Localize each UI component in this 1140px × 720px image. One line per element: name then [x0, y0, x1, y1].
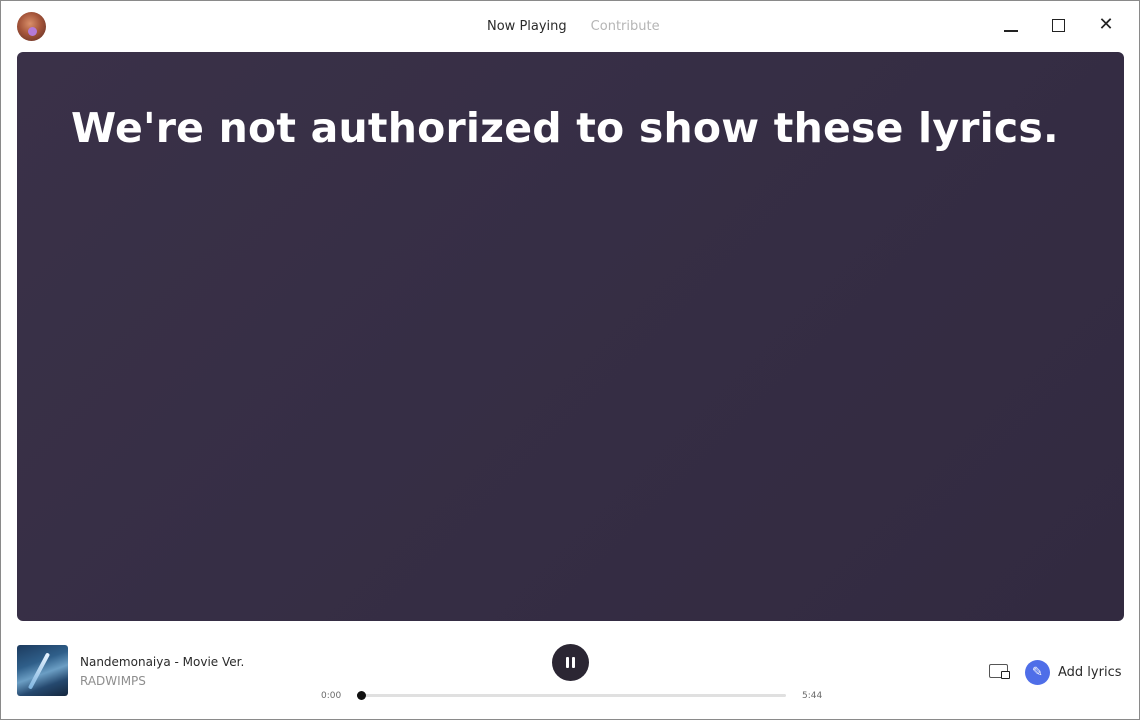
add-lyrics-button[interactable]: ✎ Add lyrics: [1025, 660, 1121, 685]
tab-contribute[interactable]: Contribute: [591, 19, 660, 34]
add-lyrics-label: Add lyrics: [1058, 665, 1122, 680]
maximize-button[interactable]: [1044, 11, 1072, 39]
progress-bar[interactable]: [357, 691, 786, 700]
current-time: 0:00: [321, 691, 342, 701]
track-title: Nandemonaiya - Movie Ver.: [80, 655, 245, 669]
app-window: Now Playing Contribute ✕ We're not autho…: [0, 0, 1140, 720]
miniplayer-button[interactable]: [989, 662, 1011, 680]
title-bar: Now Playing Contribute ✕: [1, 1, 1139, 51]
player-bar: Nandemonaiya - Movie Ver. RADWIMPS 0:00 …: [1, 631, 1139, 719]
total-time: 5:44: [802, 691, 823, 701]
miniplayer-icon-inset: [1001, 671, 1010, 679]
user-avatar[interactable]: [17, 12, 46, 41]
lyrics-panel: We're not authorized to show these lyric…: [17, 52, 1124, 621]
close-icon: ✕: [1098, 14, 1114, 35]
album-art[interactable]: [17, 645, 68, 696]
progress-handle[interactable]: [357, 691, 367, 700]
track-artist[interactable]: RADWIMPS: [80, 674, 146, 688]
lyrics-unavailable-message: We're not authorized to show these lyric…: [71, 104, 1059, 152]
close-button[interactable]: ✕: [1092, 11, 1120, 39]
minimize-icon: [1004, 30, 1018, 32]
top-nav: Now Playing Contribute: [487, 19, 660, 34]
pencil-icon: ✎: [1025, 660, 1050, 685]
tab-now-playing[interactable]: Now Playing: [487, 19, 567, 34]
minimize-button[interactable]: [997, 11, 1025, 39]
pause-button[interactable]: [552, 644, 589, 681]
maximize-icon: [1051, 18, 1065, 32]
pause-icon: [566, 657, 575, 668]
